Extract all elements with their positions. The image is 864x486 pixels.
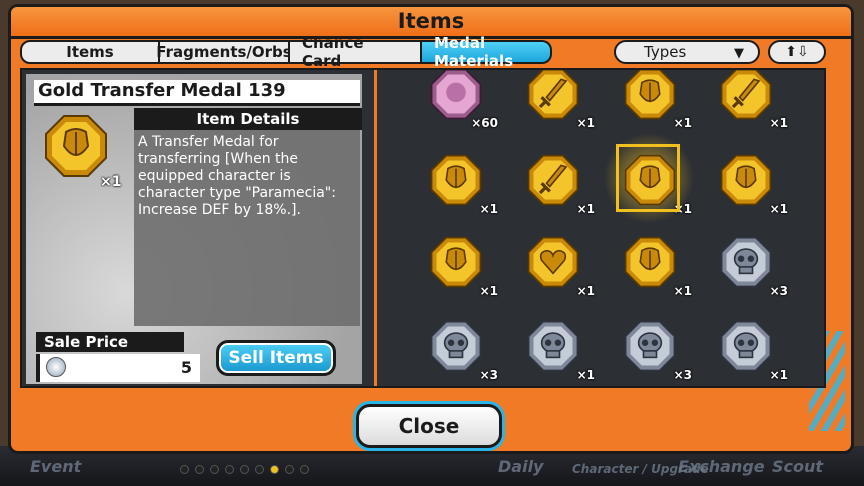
dialog-title: Items xyxy=(397,9,465,33)
tab-items[interactable]: Items xyxy=(20,40,160,64)
medal-quantity: ×1 xyxy=(769,368,788,382)
medal-grid-item[interactable]: ×1 xyxy=(714,70,788,130)
sale-price-label: Sale Price xyxy=(36,332,184,352)
medal-quantity: ×3 xyxy=(479,368,498,382)
medal-grid-item[interactable]: ×1 xyxy=(714,314,788,382)
items-panel: Gold Transfer Medal 139 ×1 Item Details … xyxy=(20,68,826,388)
medal-quantity: ×1 xyxy=(769,116,788,130)
sort-up-down-icon: ⬆⇩ xyxy=(785,44,809,60)
sort-order-button[interactable]: ⬆⇩ xyxy=(768,40,826,64)
pink-orb-icon xyxy=(430,70,482,120)
tab-medal-materials[interactable]: Medal Materials xyxy=(422,34,552,70)
medal-quantity: ×1 xyxy=(673,284,692,298)
silver-skull-medal-icon xyxy=(430,320,482,372)
medal-quantity: ×1 xyxy=(479,284,498,298)
medal-quantity: ×1 xyxy=(576,368,595,382)
panel-divider xyxy=(374,70,377,386)
item-details-heading: Item Details xyxy=(134,108,362,130)
medal-grid-item[interactable]: ×1 xyxy=(521,70,595,130)
sale-price-value: 5 xyxy=(180,358,192,377)
silver-skull-medal-icon xyxy=(527,320,579,372)
silver-skull-medal-icon xyxy=(720,236,772,288)
medal-grid-item[interactable]: ×1 xyxy=(424,230,498,298)
medal-grid-item[interactable]: ×1 xyxy=(618,230,692,298)
category-tabs: Items Fragments/Orbs Chance Card Medal M… xyxy=(20,34,552,70)
medal-grid-item[interactable]: ×3 xyxy=(618,314,692,382)
sell-items-button[interactable]: Sell Items xyxy=(216,340,336,376)
types-filter-label: Types xyxy=(644,43,687,61)
gold-armor-medal-icon xyxy=(45,115,107,177)
gold-armor-medal-icon xyxy=(720,154,772,206)
gold-armor-medal-icon xyxy=(430,154,482,206)
gold-sword-medal-icon xyxy=(527,154,579,206)
medal-grid-item[interactable]: ×1 xyxy=(521,148,595,216)
medal-grid-item[interactable]: ×1 xyxy=(618,70,692,130)
selection-frame xyxy=(616,144,680,212)
gold-armor-medal-icon xyxy=(430,236,482,288)
medal-quantity: ×1 xyxy=(479,202,498,216)
gold-armor-medal-icon xyxy=(624,70,676,120)
silver-skull-medal-icon xyxy=(720,320,772,372)
medal-grid: ×60 ×1 ×1 ×1 ×1 ×1 ×1 ×1 ×1 ×1 ×1 ×3 ×3 ×1 ×3 ×1 xyxy=(378,70,826,386)
gold-heart-medal-icon xyxy=(527,236,579,288)
chevron-down-icon: ▼ xyxy=(734,46,744,61)
bg-menu-event: Event xyxy=(30,457,82,476)
medal-grid-item[interactable]: ×1 xyxy=(521,314,595,382)
gold-armor-medal-icon xyxy=(624,236,676,288)
dialog-header: Items xyxy=(11,7,851,39)
berry-coin-icon xyxy=(46,357,66,377)
medal-quantity: ×60 xyxy=(471,116,498,130)
gold-sword-medal-icon xyxy=(527,70,579,120)
close-button[interactable]: Close xyxy=(356,404,502,448)
medal-grid-item[interactable]: ×3 xyxy=(714,230,788,298)
medal-quantity: ×3 xyxy=(673,368,692,382)
bg-menu-daily: Daily xyxy=(498,457,544,476)
gold-sword-medal-icon xyxy=(720,70,772,120)
sale-price-value-box: 5 xyxy=(36,354,200,382)
item-quantity: ×1 xyxy=(100,174,122,190)
medal-quantity: ×1 xyxy=(576,116,595,130)
medal-grid-item[interactable]: ×1 xyxy=(521,230,595,298)
medal-quantity: ×1 xyxy=(769,202,788,216)
medal-grid-item[interactable]: ×3 xyxy=(424,314,498,382)
medal-quantity: ×1 xyxy=(673,116,692,130)
item-description: A Transfer Medal for transferring [When … xyxy=(134,130,360,326)
medal-grid-item[interactable]: ×1 xyxy=(714,148,788,216)
bg-menu-scout: Scout xyxy=(772,457,824,476)
page-indicator-dots xyxy=(180,465,309,474)
medal-quantity: ×1 xyxy=(576,202,595,216)
types-filter-dropdown[interactable]: Types ▼ xyxy=(614,40,760,64)
silver-skull-medal-icon xyxy=(624,320,676,372)
medal-grid-item[interactable]: ×1 xyxy=(424,148,498,216)
medal-grid-item[interactable]: ×60 xyxy=(424,70,498,130)
bg-menu-exchange: Exchange xyxy=(678,457,765,476)
medal-quantity: ×3 xyxy=(769,284,788,298)
tab-chance-card[interactable]: Chance Card xyxy=(290,34,422,70)
tab-fragments-orbs[interactable]: Fragments/Orbs xyxy=(156,40,292,64)
item-name: Gold Transfer Medal 139 xyxy=(34,80,360,106)
medal-quantity: ×1 xyxy=(576,284,595,298)
